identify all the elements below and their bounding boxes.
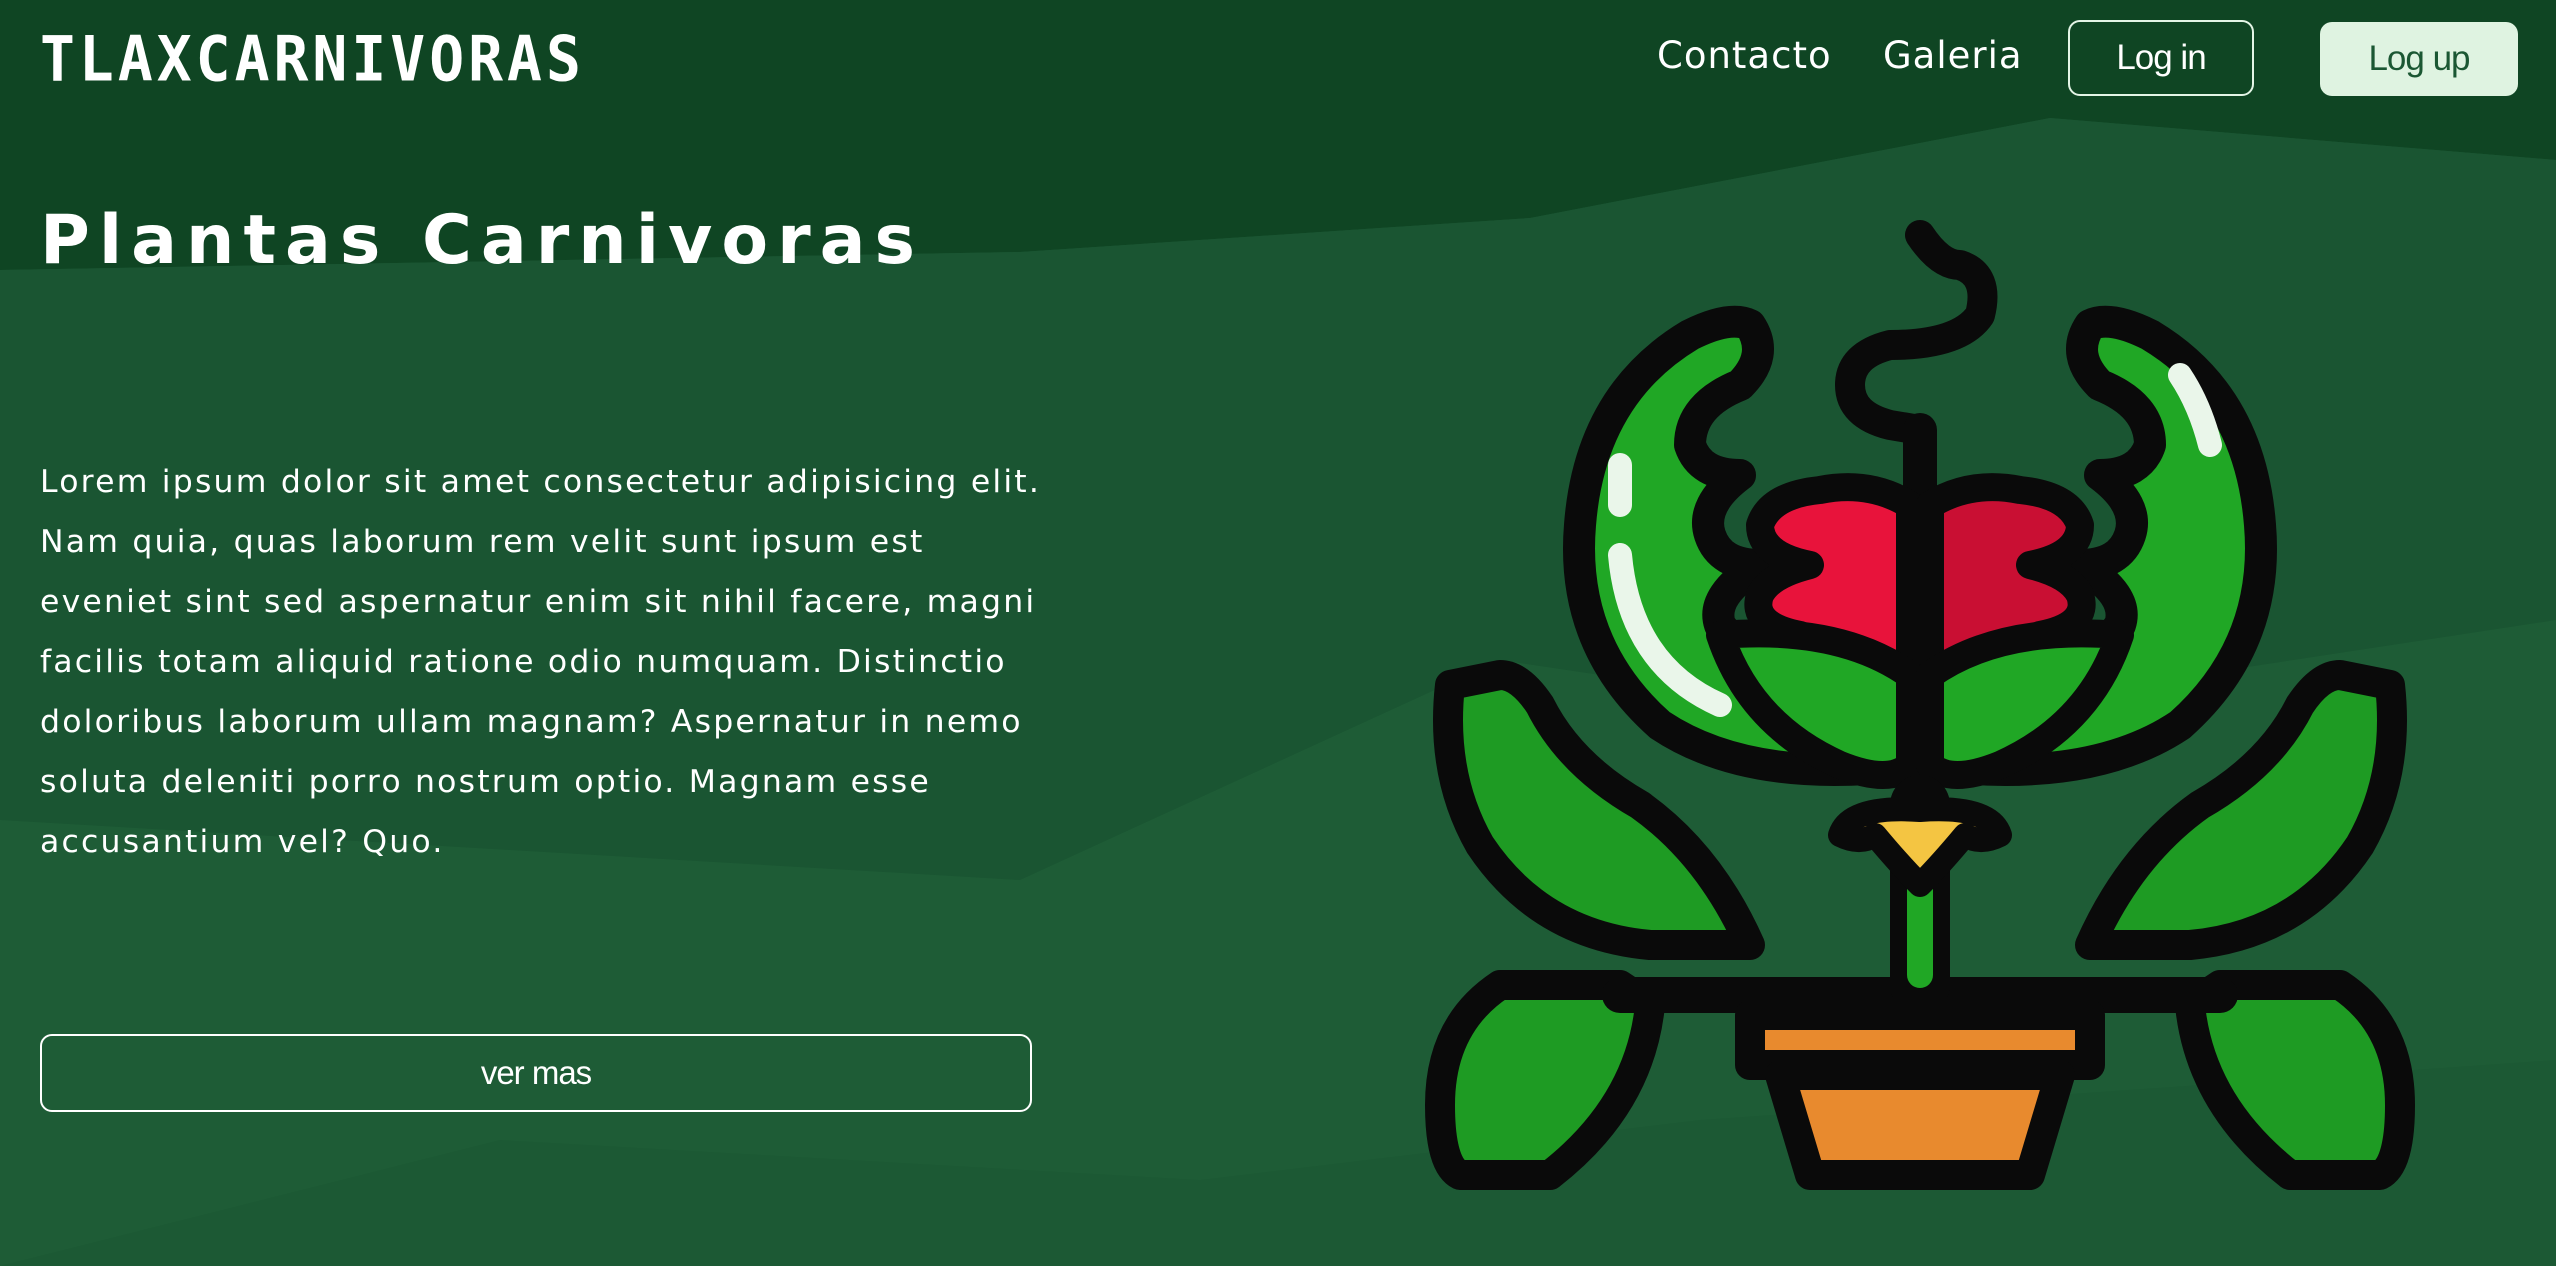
navbar: TLAXCARNIVORAS Contacto Galeria Log in L… — [0, 0, 2556, 120]
carnivorous-plant-icon — [1425, 220, 2415, 1190]
hero-description: Lorem ipsum dolor sit amet consectetur a… — [40, 464, 1042, 860]
logup-button[interactable]: Log up — [2320, 22, 2518, 96]
nav-link-contacto[interactable]: Contacto — [1657, 30, 1832, 82]
landing-page: TLAXCARNIVORAS Contacto Galeria Log in L… — [0, 0, 2556, 1266]
brand-logo[interactable]: TLAXCARNIVORAS — [40, 21, 585, 97]
hero-title: Plantas Carnivoras — [40, 201, 924, 280]
nav-link-galeria[interactable]: Galeria — [1883, 30, 2023, 82]
login-button[interactable]: Log in — [2068, 20, 2254, 96]
ver-mas-button[interactable]: ver mas — [40, 1034, 1032, 1112]
